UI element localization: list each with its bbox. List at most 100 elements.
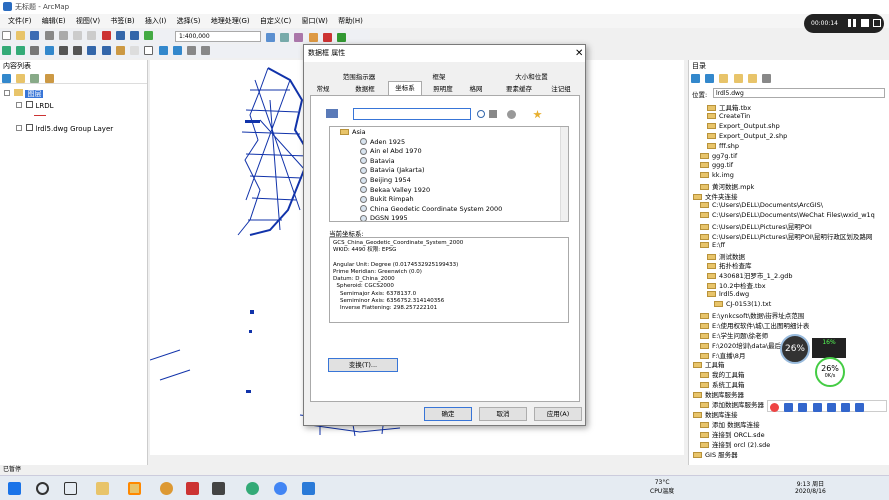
ime-mic-icon[interactable] (826, 403, 836, 412)
hyperlink-icon[interactable] (201, 46, 211, 55)
stop-icon[interactable] (861, 19, 869, 27)
layer-lrdl[interactable]: LRDL (16, 101, 54, 110)
apply-button[interactable]: 应用(A) (534, 407, 582, 421)
close-icon[interactable]: ✕ (575, 48, 583, 59)
save-icon[interactable] (30, 31, 40, 40)
ime-punct-icon[interactable] (798, 403, 808, 412)
tree-item-gcs[interactable]: Bekaa Valley 1920 (360, 186, 430, 194)
menu-customize[interactable]: 自定义(C) (260, 14, 291, 28)
catalog-item[interactable]: E:\使用权软件\城\工出图明细计表 (700, 320, 809, 330)
coordinate-tree[interactable]: Asia Aden 1925 Ain el Abd 1970 Batavia Batav… (329, 126, 569, 222)
ime-skin-icon[interactable] (855, 403, 865, 412)
python-icon[interactable] (337, 33, 347, 42)
catalog-item[interactable]: 文件夹连接 (693, 191, 738, 201)
measure-icon[interactable] (187, 46, 197, 55)
home-icon[interactable] (733, 74, 743, 83)
ime-chinese-icon[interactable] (784, 403, 794, 412)
tree-folder-asia[interactable]: Asia (340, 128, 366, 136)
forward-icon[interactable] (101, 46, 111, 55)
delete-icon[interactable] (101, 31, 111, 40)
back-icon[interactable] (691, 74, 700, 83)
windows-start-icon[interactable] (8, 482, 21, 495)
tab-general[interactable]: 常规 (310, 83, 336, 95)
catalog-item[interactable]: C:\Users\DELL\Pictures\昆明POI (700, 221, 812, 231)
find-icon[interactable] (172, 46, 182, 55)
tree-item-gcs[interactable]: Batavia (Jakarta) (360, 166, 425, 174)
catalog-item[interactable]: 黄河数据.mpk (700, 181, 754, 191)
tab-illumination[interactable]: 照明度 (428, 83, 458, 95)
catalog-item[interactable]: Export_Output_2.shp (707, 132, 787, 140)
tab-size-position[interactable]: 大小和位置 (504, 71, 559, 83)
layers-root[interactable]: 图层 (4, 89, 44, 99)
catalog-icon[interactable] (294, 33, 304, 42)
catalog-item[interactable]: 连接到 ORCL.sde (700, 429, 765, 439)
select-features-icon[interactable] (115, 46, 125, 55)
tab-annotation-groups[interactable]: 注记组 (547, 83, 575, 95)
list-by-drawing-order-icon[interactable] (2, 74, 11, 83)
checkbox-icon[interactable] (26, 101, 34, 108)
clear-search-icon[interactable] (489, 110, 497, 118)
catalog-item[interactable]: E:\ynkcsoft\数据\街界址点范围 (700, 310, 804, 320)
transformations-button[interactable]: 变换(T)... (328, 358, 398, 372)
tree-item-gcs[interactable]: DGSN 1995 (360, 214, 408, 221)
app-icon-4[interactable] (302, 482, 315, 495)
tab-data-frame[interactable]: 数据框 (349, 83, 381, 95)
catalog-item[interactable]: 工具箱 (693, 359, 725, 369)
pause-icon[interactable] (848, 19, 851, 27)
catalog-item[interactable]: 添加数据库服务器 (700, 399, 764, 409)
menu-edit[interactable]: 编辑(E) (42, 14, 66, 28)
identify-icon[interactable] (158, 46, 168, 55)
select-elements-icon[interactable] (144, 46, 154, 55)
sogou-icon[interactable] (770, 403, 779, 412)
add-data-icon[interactable] (144, 31, 154, 40)
catalog-item[interactable]: E:\ff (700, 241, 725, 249)
views-icon[interactable] (762, 74, 772, 83)
catalog-item[interactable]: F:\2020培训\data\最后 (700, 340, 781, 350)
location-input[interactable]: lrdl5.dwg (713, 88, 885, 98)
menu-bookmarks[interactable]: 书签(B) (110, 14, 134, 28)
up-folder-icon[interactable] (719, 74, 729, 83)
pan-icon[interactable] (30, 46, 40, 55)
task-view-icon[interactable] (64, 482, 77, 495)
catalog-item[interactable]: CJ-0153(1).txt (714, 300, 771, 308)
undo-icon[interactable] (115, 31, 125, 40)
system-clock[interactable]: 9:13 周日 2020/8/16 (795, 479, 826, 495)
app-icon-1[interactable] (160, 482, 173, 495)
search-window-icon[interactable] (308, 33, 318, 42)
editor-icon[interactable] (266, 33, 275, 42)
search-input[interactable] (353, 108, 471, 120)
tree-item-gcs[interactable]: China Geodetic Coordinate System 2000 (360, 205, 502, 213)
list-by-source-icon[interactable] (16, 74, 26, 83)
checkbox-icon[interactable] (26, 124, 34, 131)
back-icon[interactable] (87, 46, 97, 55)
ime-keyboard-icon[interactable] (841, 403, 851, 412)
catalog-item[interactable]: 430681汨罗市_1_2.gdb (707, 270, 793, 280)
catalog-item[interactable]: GIS 服务器 (693, 449, 738, 459)
tab-coordinate-system[interactable]: 坐标系 (388, 81, 422, 95)
catalog-item[interactable]: Export_Output.shp (707, 122, 780, 130)
connect-folder-icon[interactable] (747, 74, 757, 83)
fixed-zoom-out-icon[interactable] (73, 46, 83, 55)
tree-item-gcs[interactable]: Bukit Rimpah (360, 195, 414, 203)
menu-windows[interactable]: 窗口(W) (301, 14, 327, 28)
app-icon-2[interactable] (212, 482, 225, 495)
clear-selection-icon[interactable] (130, 46, 140, 55)
filter-icon[interactable] (326, 109, 338, 118)
tab-feature-cache[interactable]: 要素缓存 (502, 83, 536, 95)
tree-item-gcs[interactable]: Batavia (360, 157, 395, 165)
catalog-item[interactable]: 我的工具箱 (700, 369, 745, 379)
file-explorer-icon[interactable] (96, 482, 109, 495)
catalog-item[interactable]: 数据库服务器 (693, 389, 744, 399)
arcmap-task-icon[interactable] (128, 482, 141, 495)
catalog-item[interactable]: 拓扑检查库 (707, 260, 752, 270)
full-extent-icon[interactable] (44, 46, 54, 55)
ok-button[interactable]: 确定 (424, 407, 472, 421)
zoom-out-icon[interactable] (16, 46, 26, 55)
add-globe-icon[interactable] (507, 110, 516, 119)
chrome-icon[interactable] (274, 482, 287, 495)
search-icon[interactable] (477, 110, 485, 118)
cancel-button[interactable]: 取消 (479, 407, 527, 421)
catalog-item[interactable]: 连接到 orcl (2).sde (700, 439, 770, 449)
expand-icon[interactable] (873, 19, 881, 27)
catalog-item[interactable]: CreateTin (707, 112, 750, 120)
